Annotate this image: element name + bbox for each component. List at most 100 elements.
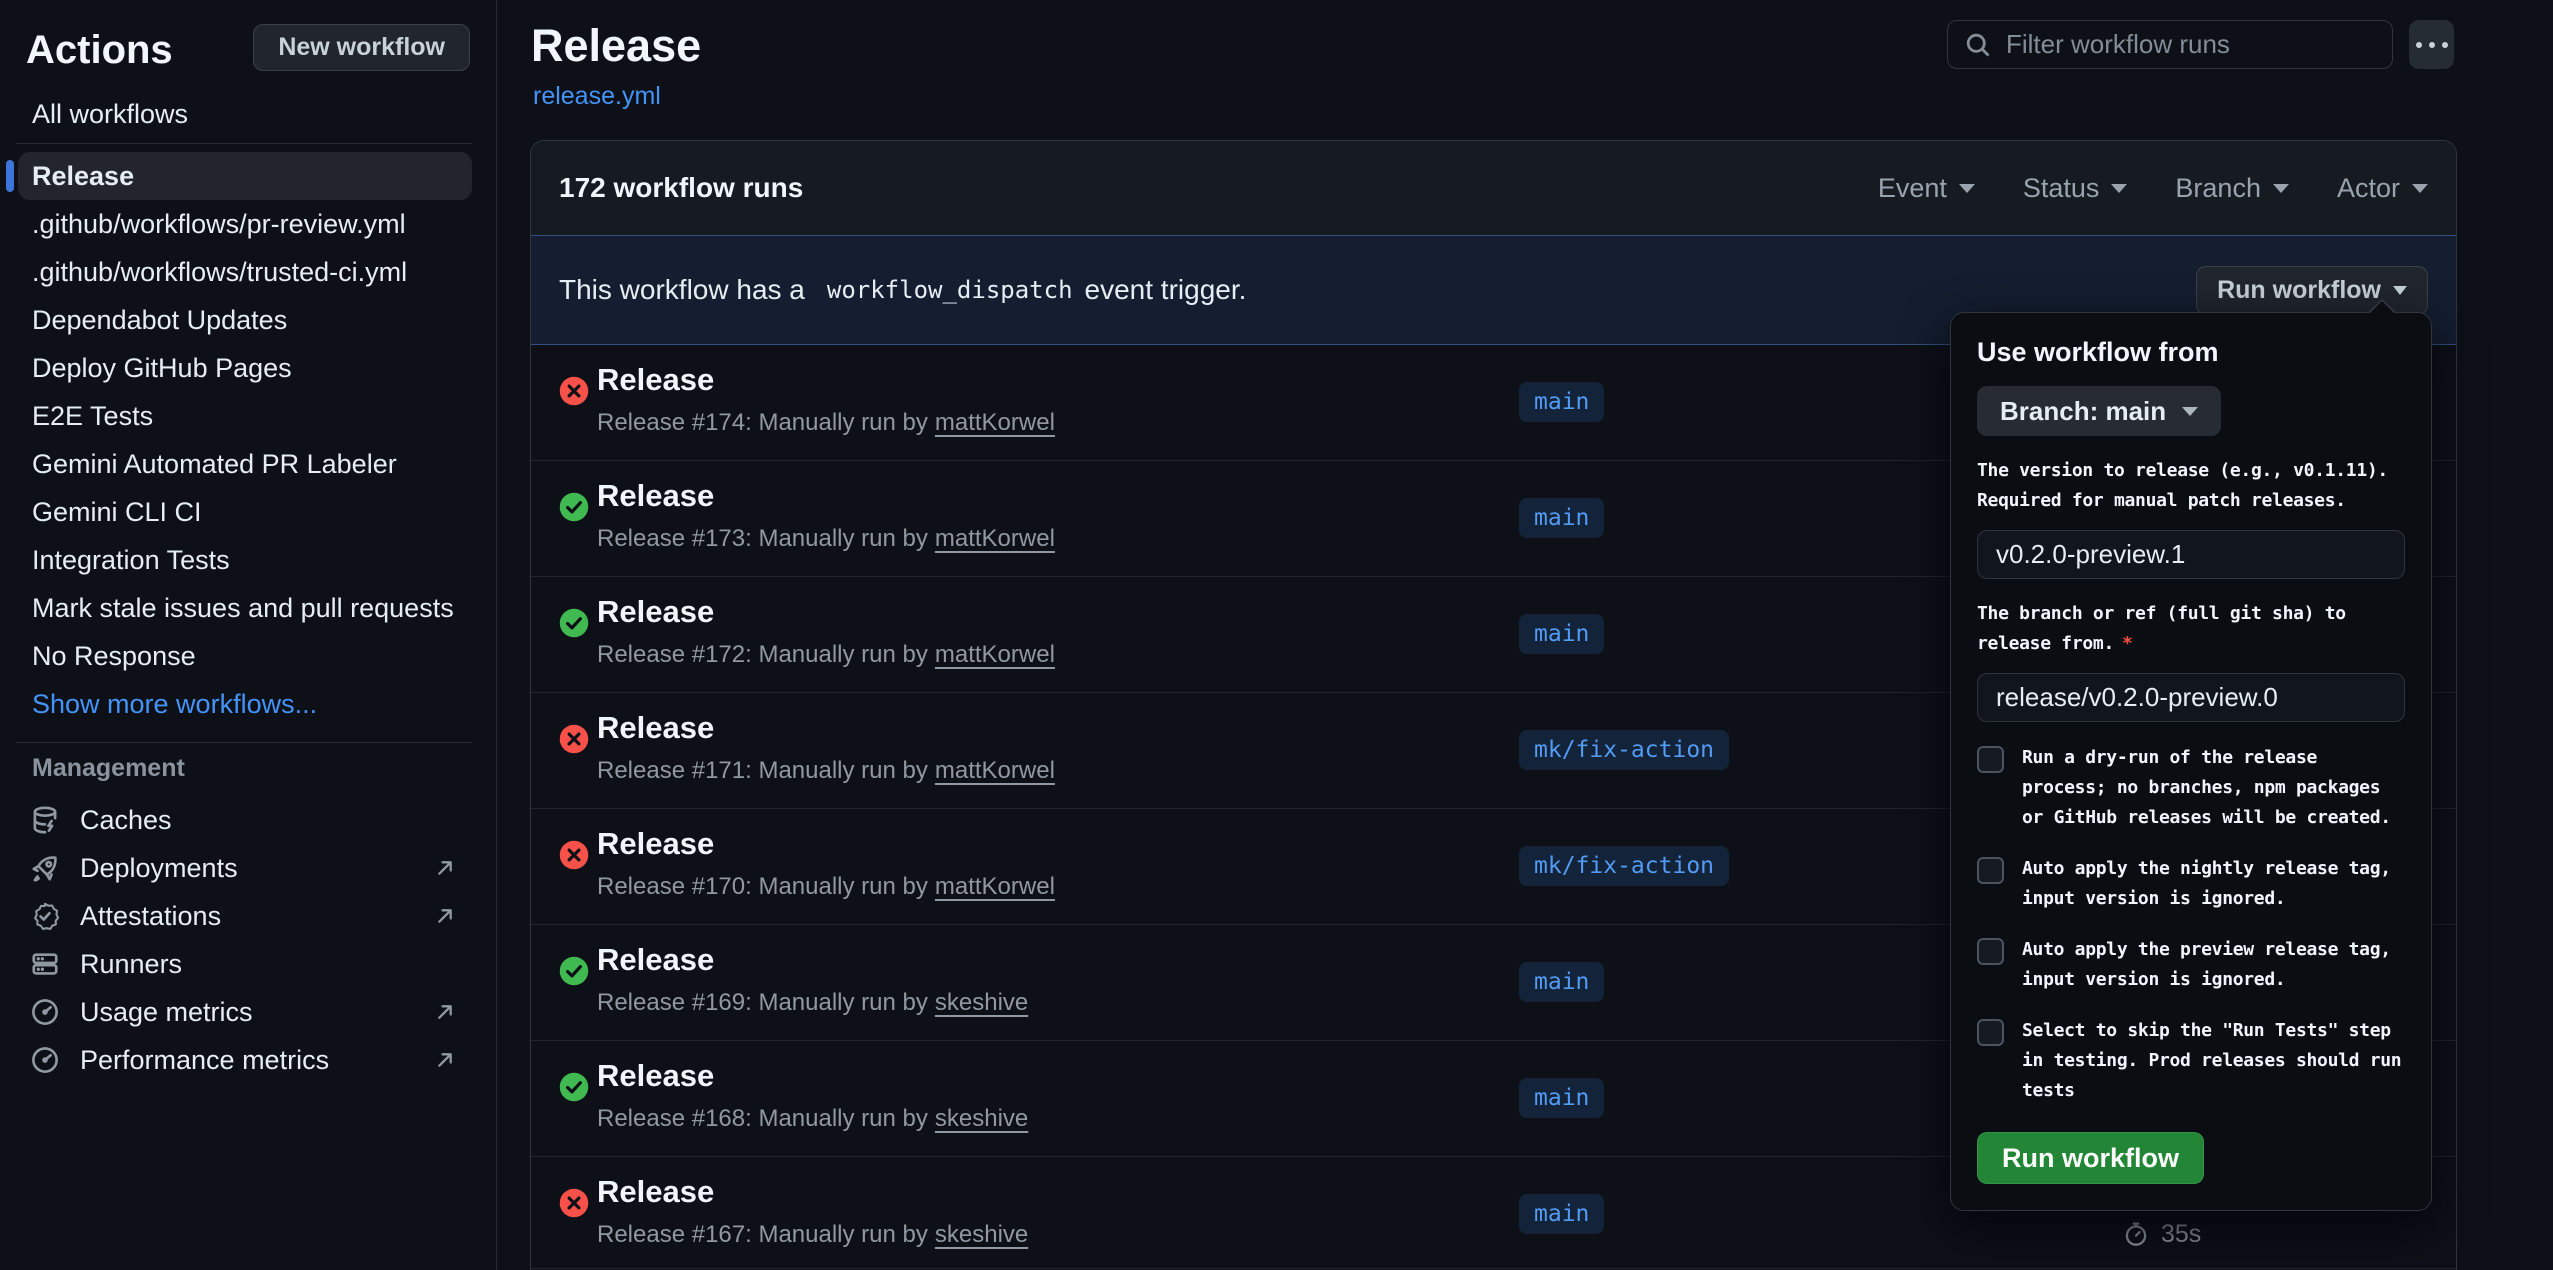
skip-tests-checkbox[interactable] — [1977, 1019, 2004, 1046]
actor-link[interactable]: skeshive — [935, 1105, 1028, 1132]
chevron-down-icon — [1959, 184, 1975, 193]
workflow-list: Release .github/workflows/pr-review.yml … — [0, 152, 496, 728]
actor-link[interactable]: mattKorwel — [935, 641, 1055, 668]
required-asterisk: * — [2122, 633, 2133, 654]
sidebar-item-gemini-pr-labeler[interactable]: Gemini Automated PR Labeler — [0, 440, 496, 488]
sidebar-item-gemini-cli-ci[interactable]: Gemini CLI CI — [0, 488, 496, 536]
actor-link[interactable]: mattKorwel — [935, 873, 1055, 900]
sidebar-item-performance-metrics[interactable]: Performance metrics — [0, 1036, 496, 1084]
sidebar-item-e2e-tests[interactable]: E2E Tests — [0, 392, 496, 440]
sidebar-item-all-workflows[interactable]: All workflows — [16, 90, 472, 138]
branch-badge[interactable]: main — [1519, 962, 1604, 1002]
version-input[interactable] — [1977, 530, 2405, 579]
run-description: Release #173: Manually run bymattKorwel — [597, 525, 1055, 553]
sidebar-item-runners[interactable]: Runners — [0, 940, 496, 988]
run-description: Release #169: Manually run byskeshive — [597, 989, 1028, 1017]
sidebar-item-release[interactable]: Release — [18, 152, 472, 200]
run-workflow-submit-button[interactable]: Run workflow — [1977, 1132, 2204, 1184]
branch-badge[interactable]: main — [1519, 1078, 1604, 1118]
branch-badge[interactable]: main — [1519, 614, 1604, 654]
actor-link[interactable]: mattKorwel — [935, 409, 1055, 436]
sidebar-item-label: Usage metrics — [80, 997, 253, 1028]
actor-link[interactable]: mattKorwel — [935, 757, 1055, 784]
run-description: Release #171: Manually run bymattKorwel — [597, 757, 1055, 785]
sidebar-item-dependabot-updates[interactable]: Dependabot Updates — [0, 296, 496, 344]
chevron-down-icon — [2111, 184, 2127, 193]
workflow-file-link[interactable]: release.yml — [533, 82, 661, 111]
chevron-down-icon — [2412, 184, 2428, 193]
run-description: Release #172: Manually run bymattKorwel — [597, 641, 1055, 669]
sidebar-item-attestations[interactable]: Attestations — [0, 892, 496, 940]
search-icon — [1964, 31, 1992, 59]
new-workflow-button[interactable]: New workflow — [253, 24, 470, 71]
workflow-options-kebab-button[interactable] — [2409, 20, 2454, 69]
filter-actor-dropdown[interactable]: Actor — [2337, 173, 2428, 204]
branch-badge[interactable]: mk/fix-action — [1519, 846, 1729, 886]
kebab-icon — [2416, 42, 2448, 48]
server-icon — [30, 949, 60, 979]
branch-badge[interactable]: main — [1519, 498, 1604, 538]
run-count: 172 workflow runs — [559, 172, 803, 204]
run-title[interactable]: Release — [597, 362, 714, 398]
filter-status-dropdown[interactable]: Status — [2023, 173, 2128, 204]
sidebar-item-trusted-ci[interactable]: .github/workflows/trusted-ci.yml — [0, 248, 496, 296]
checkbox-label: Select to skip the "Run Tests" step in t… — [2022, 1016, 2405, 1106]
meter-icon — [30, 997, 60, 1027]
actor-link[interactable]: mattKorwel — [935, 525, 1055, 552]
run-duration: 35s — [2161, 1220, 2201, 1249]
filter-branch-dropdown[interactable]: Branch — [2175, 173, 2289, 204]
sidebar-divider — [16, 742, 472, 743]
run-title[interactable]: Release — [597, 826, 714, 862]
run-title[interactable]: Release — [597, 710, 714, 746]
run-title[interactable]: Release — [597, 942, 714, 978]
actor-link[interactable]: skeshive — [935, 989, 1028, 1016]
page-title: Release — [531, 20, 701, 72]
branch-selector-button[interactable]: Branch: main — [1977, 386, 2221, 436]
external-link-icon — [432, 855, 458, 881]
runs-panel-header: 172 workflow runs Event Status Branch Ac… — [531, 141, 2456, 235]
checkbox-label: Run a dry-run of the release process; no… — [2022, 743, 2405, 833]
meter-icon — [30, 1045, 60, 1075]
sidebar-item-deployments[interactable]: Deployments — [0, 844, 496, 892]
preview-tag-checkbox-row: Auto apply the preview release tag, inpu… — [1977, 935, 2405, 995]
success-icon — [559, 1072, 589, 1102]
run-workflow-dialog: Use workflow from Branch: main The versi… — [1950, 312, 2432, 1211]
skip-tests-checkbox-row: Select to skip the "Run Tests" step in t… — [1977, 1016, 2405, 1106]
branch-badge[interactable]: main — [1519, 1194, 1604, 1234]
sidebar-item-label: Performance metrics — [80, 1045, 329, 1076]
sidebar-item-mark-stale[interactable]: Mark stale issues and pull requests — [0, 584, 496, 632]
sidebar-item-deploy-github-pages[interactable]: Deploy GitHub Pages — [0, 344, 496, 392]
run-description: Release #174: Manually run bymattKorwel — [597, 409, 1055, 437]
filter-event-dropdown[interactable]: Event — [1878, 173, 1975, 204]
filter-workflow-runs-input[interactable] — [2006, 29, 2376, 60]
chevron-down-icon — [2393, 286, 2407, 295]
sidebar-item-label: Deployments — [80, 853, 238, 884]
sidebar-item-integration-tests[interactable]: Integration Tests — [0, 536, 496, 584]
run-description: Release #168: Manually run byskeshive — [597, 1105, 1028, 1133]
branch-badge[interactable]: main — [1519, 382, 1604, 422]
run-title[interactable]: Release — [597, 1174, 714, 1210]
show-more-workflows-link[interactable]: Show more workflows... — [0, 680, 496, 728]
management-list: Caches Deployments Attestations Runne — [0, 796, 496, 1084]
actor-link[interactable]: skeshive — [935, 1221, 1028, 1248]
rocket-icon — [30, 853, 60, 883]
run-title[interactable]: Release — [597, 1058, 714, 1094]
actions-sidebar: Actions New workflow All workflows Relea… — [0, 0, 497, 1270]
ref-input[interactable] — [1977, 673, 2405, 722]
sidebar-item-usage-metrics[interactable]: Usage metrics — [0, 988, 496, 1036]
sidebar-title: Actions — [26, 28, 173, 73]
failure-icon — [559, 1188, 589, 1218]
run-title[interactable]: Release — [597, 594, 714, 630]
branch-badge[interactable]: mk/fix-action — [1519, 730, 1729, 770]
sidebar-item-label: Caches — [80, 805, 172, 836]
stopwatch-icon — [2123, 1221, 2149, 1247]
nightly-tag-checkbox[interactable] — [1977, 857, 2004, 884]
sidebar-item-no-response[interactable]: No Response — [0, 632, 496, 680]
run-title[interactable]: Release — [597, 478, 714, 514]
version-input-description: The version to release (e.g., v0.1.11). … — [1977, 456, 2405, 516]
dry-run-checkbox[interactable] — [1977, 746, 2004, 773]
sidebar-item-caches[interactable]: Caches — [0, 796, 496, 844]
sidebar-item-pr-review[interactable]: .github/workflows/pr-review.yml — [0, 200, 496, 248]
preview-tag-checkbox[interactable] — [1977, 938, 2004, 965]
chevron-down-icon — [2273, 184, 2289, 193]
